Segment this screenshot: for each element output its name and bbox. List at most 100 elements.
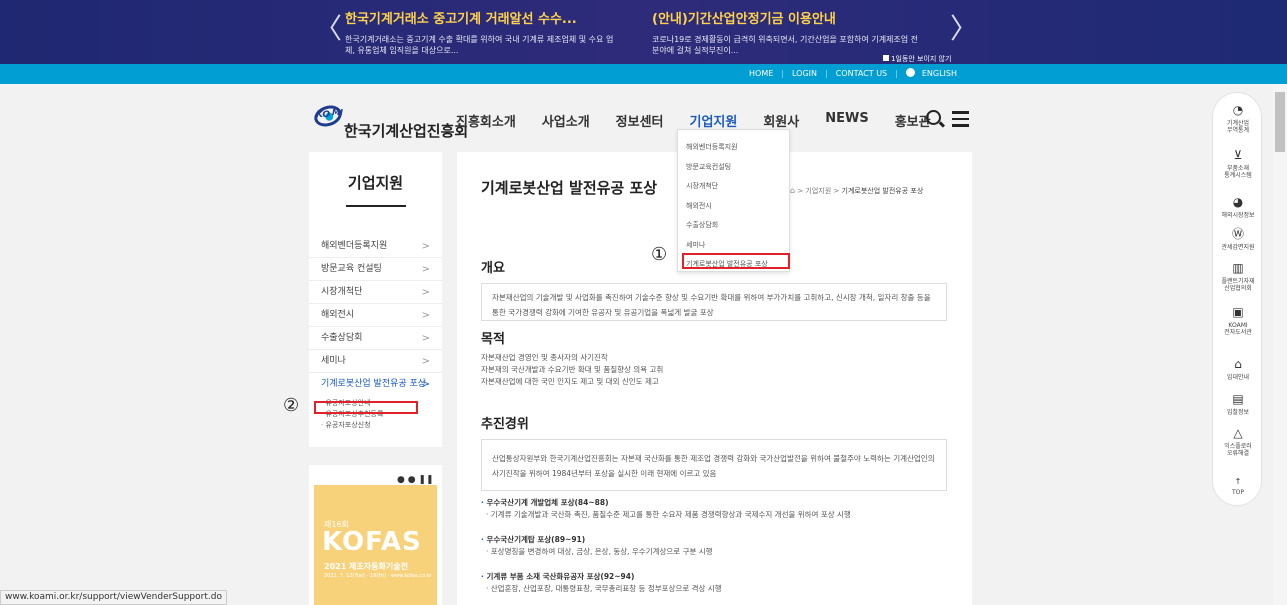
- gnb-dropdown: 해외벤더등록지원 방문교육컨설팅 시장개척단 해외전시 수출상담회 세미나 기계…: [677, 129, 790, 272]
- home-icon[interactable]: ⌂: [790, 186, 795, 195]
- history-box: 산업통상자원부와 한국기계산업진흥회는 자본재 국산화를 통한 제조업 경쟁력 …: [481, 439, 947, 491]
- no-show-today-checkbox[interactable]: 1일동안 보이지 않기: [883, 54, 951, 64]
- quick-menu: ◔ 기계산업 무역통계 ⊻ 부품소재 통계시스템 ◕ 해외시장정보 Ⓦ 관세감면지원 ▥…: [1212, 92, 1262, 506]
- arrow-up-icon: ↑: [1234, 477, 1242, 486]
- breadcrumb: ⌂ > 기업지원 > 기계로봇산업 발전유공 포상: [790, 186, 923, 196]
- purpose-line: 자본재산업 경영인 및 종사자의 사기진작: [481, 353, 608, 362]
- dropdown-item[interactable]: 해외전시: [686, 197, 789, 217]
- notice-title[interactable]: (안내)기간산업안정기금 이용안내: [652, 12, 922, 28]
- kofas-poster[interactable]: 제16회 KOFAS 2021 제조자동화기술전 2021. 7. 13(Tue…: [314, 485, 437, 605]
- breadcrumb-sep: >: [833, 187, 840, 195]
- next-notice-arrow-icon[interactable]: 〉: [950, 14, 978, 44]
- purpose-list: 자본재산업 경영인 및 종사자의 사기진작 자본재의 국산개발과 수요기반 확대…: [481, 352, 663, 388]
- poster-dates: 2021. 7. 13(Tue) - 16(Fri) · www.kofas.c…: [324, 573, 432, 579]
- history-item: 우수국산기계탑 포상(89~91) · 포상명칭을 변경하여 대상, 금상, 은…: [481, 534, 713, 558]
- trend-chart-icon: ⊻: [1233, 148, 1243, 162]
- quick-item[interactable]: ◔ 기계산업 무역통계: [1213, 103, 1263, 134]
- title-underline: [345, 205, 406, 207]
- contact-link[interactable]: CONTACT US: [836, 69, 887, 78]
- subnav-item[interactable]: 유공자포상신청: [321, 420, 442, 431]
- won-coin-icon: Ⓦ: [1231, 227, 1244, 241]
- logo-name[interactable]: 한국기계산업진흥회: [344, 120, 468, 141]
- chevron-right-icon: >: [421, 241, 430, 252]
- notice-item[interactable]: 한국기계거래소 중고기계 거래알선 수수... 한국기계거래소는 중고기계 수출…: [345, 12, 615, 56]
- overview-box: 자본재산업의 기술개발 및 사업화를 촉진하여 기술수준 향상 및 수요기반 확…: [481, 283, 947, 321]
- chevron-right-icon: >: [421, 264, 430, 275]
- building-icon: ⌂: [1234, 357, 1242, 371]
- factory-icon: ▥: [1232, 261, 1244, 275]
- prev-notice-arrow-icon[interactable]: 〈: [314, 14, 342, 44]
- poster-name: KOFAS: [322, 527, 422, 557]
- gnb-item[interactable]: 진흥회소개: [456, 111, 516, 130]
- notice-title[interactable]: 한국기계거래소 중고기계 거래알선 수수...: [345, 12, 615, 28]
- utility-bar: HOME | LOGIN | CONTACT US | ENGLISH: [0, 64, 1287, 84]
- quick-item[interactable]: ▥ 플랜트기자재 산업협의회: [1213, 261, 1263, 292]
- chevron-right-icon: >: [421, 379, 430, 390]
- quick-item[interactable]: ▤ 입찰정보: [1213, 392, 1263, 416]
- side-nav-item[interactable]: 해외전시 >: [309, 304, 442, 327]
- gnb-item[interactable]: NEWS: [825, 111, 868, 130]
- gnb-item[interactable]: 홍보관: [895, 111, 931, 130]
- gnb-item[interactable]: 사업소개: [542, 111, 590, 130]
- dropdown-item[interactable]: 시장개척단: [686, 177, 789, 197]
- annotation-number: ①: [651, 244, 668, 265]
- top-button[interactable]: ↑ TOP: [1213, 477, 1263, 497]
- side-nav-title: 기업지원: [347, 174, 404, 192]
- warning-icon: △: [1233, 426, 1243, 440]
- notice-desc: 코로나19로 경제활동이 급격히 위축되면서, 기간산업을 포함하여 기계제조업…: [652, 35, 919, 55]
- quick-item[interactable]: ▣ KOAMI 전자도서관: [1213, 305, 1263, 336]
- checkbox-icon[interactable]: [883, 55, 889, 61]
- dropdown-item[interactable]: 방문교육컨설팅: [686, 158, 789, 178]
- page-title: 기계로봇산업 발전유공 포상: [481, 179, 658, 197]
- side-nav-item[interactable]: 세미나 >: [309, 350, 442, 373]
- page-scrollbar[interactable]: [1273, 84, 1287, 605]
- side-banner: ● ● ❚❚ 제16회 KOFAS 2021 제조자동화기술전 2021. 7.…: [309, 465, 442, 605]
- separator: |: [781, 69, 784, 78]
- gnb-item[interactable]: 회원사: [763, 111, 799, 130]
- quick-item[interactable]: Ⓦ 관세감면지원: [1213, 227, 1263, 251]
- section-title-overview: 개요: [481, 261, 505, 276]
- annotation-highlight-box: [682, 253, 790, 269]
- side-nav-item[interactable]: 방문교육 컨설팅 >: [309, 258, 442, 281]
- chevron-right-icon: >: [421, 310, 430, 321]
- notice-desc: 한국기계거래소는 중고기계 수출 확대를 위하여 국내 기계류 제조업체 및 수…: [345, 35, 614, 55]
- slider-controls[interactable]: ● ● ❚❚: [397, 475, 434, 485]
- purpose-line: 자본재산업에 대한 국민 인지도 제고 및 대외 신인도 제고: [481, 377, 659, 386]
- english-label[interactable]: ENGLISH: [922, 69, 957, 78]
- library-icon: ▣: [1232, 305, 1244, 319]
- chevron-right-icon: >: [421, 356, 430, 367]
- separator: |: [895, 69, 898, 78]
- no-show-label[interactable]: 1일동안 보이지 않기: [891, 55, 951, 63]
- english-link[interactable]: ENGLISH: [905, 68, 961, 78]
- dropdown-item[interactable]: 수출상담회: [686, 216, 789, 236]
- quick-item[interactable]: △ 익스플로러 오류해결: [1213, 426, 1263, 457]
- notice-item[interactable]: (안내)기간산업안정기금 이용안내 코로나19로 경제활동이 급격히 위축되면서…: [652, 12, 922, 56]
- side-nav-item[interactable]: 시장개척단 >: [309, 281, 442, 304]
- pie-chart-icon: ◔: [1232, 103, 1244, 117]
- status-url: www.koami.or.kr/support/viewVenderSuppor…: [0, 590, 227, 605]
- quick-item[interactable]: ◕ 해외시장정보: [1213, 195, 1263, 219]
- logo-ko: KO: [316, 110, 331, 120]
- login-link[interactable]: LOGIN: [792, 69, 817, 78]
- breadcrumb-sep: >: [797, 187, 804, 195]
- gnb-item-active[interactable]: 기업지원: [690, 111, 738, 130]
- global-nav: 진흥회소개 사업소개 정보센터 기업지원 회원사 NEWS 홍보관: [456, 111, 931, 130]
- side-nav-item-active[interactable]: 기계로봇산업 발전유공 포상 >: [309, 373, 442, 396]
- quick-item[interactable]: ⌂ 임대안내: [1213, 357, 1263, 381]
- chevron-right-icon: >: [421, 287, 430, 298]
- dropdown-item[interactable]: 해외벤더등록지원: [686, 138, 789, 158]
- search-icon[interactable]: [926, 110, 941, 125]
- separator: |: [825, 69, 828, 78]
- logo-mi: MI: [332, 108, 343, 117]
- quick-item[interactable]: ⊻ 부품소재 통계시스템: [1213, 148, 1263, 179]
- scrollbar-thumb[interactable]: [1275, 92, 1285, 152]
- gnb-item[interactable]: 정보센터: [616, 111, 664, 130]
- home-link[interactable]: HOME: [749, 69, 773, 78]
- section-title-purpose: 목적: [481, 332, 505, 347]
- history-item: 기계류 부품 소재 국산화유공자 포상(92~94) · 산업훈장, 산업포장,…: [481, 571, 722, 595]
- side-nav-item[interactable]: 수출상담회 >: [309, 327, 442, 350]
- side-nav-item[interactable]: 해외벤더등록지원 >: [309, 235, 442, 258]
- breadcrumb-item[interactable]: 기업지원: [805, 187, 831, 195]
- slider-indicator[interactable]: ● ● ❚❚: [397, 475, 434, 485]
- hamburger-menu-icon[interactable]: [952, 111, 969, 131]
